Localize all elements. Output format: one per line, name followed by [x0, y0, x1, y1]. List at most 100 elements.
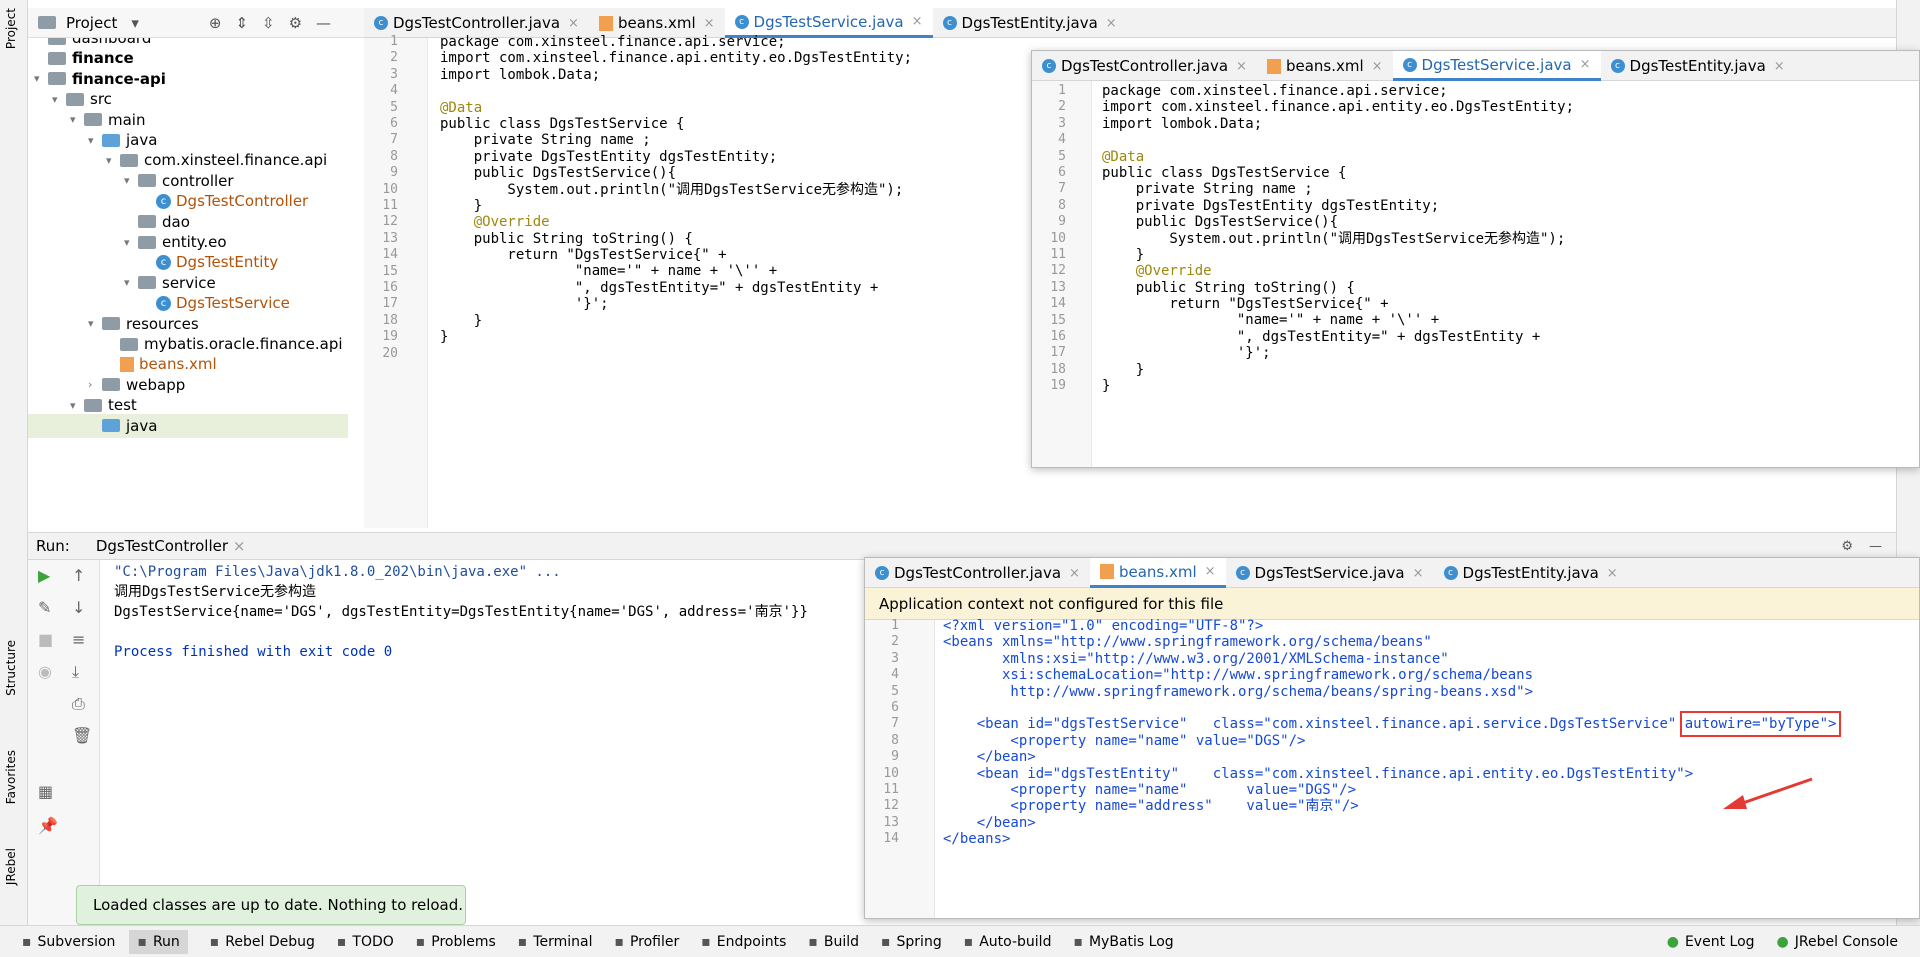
close-icon[interactable]: ×: [568, 16, 579, 31]
close-icon[interactable]: ×: [704, 16, 715, 31]
structure-tool-tab[interactable]: Structure: [4, 640, 18, 696]
wrench-icon[interactable]: ✎: [38, 598, 51, 617]
gear-icon[interactable]: ⚙: [1841, 539, 1853, 554]
line-number: 17: [382, 296, 398, 312]
tree-item-label: com.xinsteel.finance.api: [144, 151, 328, 170]
toolwindow-subversion[interactable]: ▪ Subversion: [22, 934, 115, 950]
run-tab[interactable]: DgsTestController ×: [90, 537, 252, 555]
close-icon[interactable]: ×: [1607, 566, 1618, 581]
minimize-icon[interactable]: —: [1869, 539, 1882, 554]
run-panel-header: Run: DgsTestController × ⚙ —: [28, 532, 1896, 560]
toolwindow-auto-build[interactable]: ▪ Auto-build: [964, 934, 1052, 950]
editor-tab[interactable]: c DgsTestService.java ×: [1226, 558, 1434, 588]
rerun-icon[interactable]: ▶: [38, 566, 50, 585]
chevron-icon[interactable]: ▾: [34, 72, 48, 85]
chevron-icon[interactable]: ▾: [88, 317, 102, 330]
editor-tab[interactable]: c DgsTestController.java ×: [865, 558, 1090, 588]
gear-icon[interactable]: ⚙: [289, 14, 302, 32]
toolwindow-problems[interactable]: ▪ Problems: [416, 934, 496, 950]
editor-popup-service[interactable]: c DgsTestController.java × beans.xml × c DgsTe…: [1031, 50, 1920, 468]
layout-icon[interactable]: ▦: [38, 782, 53, 801]
chevron-icon[interactable]: ▾: [70, 399, 84, 412]
toolwindow-rebel-debug[interactable]: ▪ Rebel Debug: [210, 934, 315, 950]
toolwindow-spring[interactable]: ▪ Spring: [881, 934, 942, 950]
editor-tab[interactable]: beans.xml ×: [1089, 558, 1226, 588]
toolwindow-event-log[interactable]: ● Event Log: [1667, 934, 1755, 950]
editor-popup-beans[interactable]: c DgsTestController.java × beans.xml × c DgsTe…: [864, 557, 1920, 919]
collapse-all-icon[interactable]: ⇳: [262, 14, 275, 32]
line-number: 19: [382, 329, 398, 345]
toolwindow-jrebel-console[interactable]: ● JRebel Console: [1777, 934, 1898, 950]
code-line: import lombok.Data;: [440, 66, 601, 83]
toolwindow-build[interactable]: ▪ Build: [808, 934, 859, 950]
close-icon[interactable]: ×: [1774, 59, 1785, 74]
toolwindow-todo[interactable]: ▪ TODO: [337, 934, 394, 950]
console-line: Process finished with exit code 0: [114, 644, 393, 660]
close-icon[interactable]: ×: [1372, 59, 1383, 74]
stop-icon[interactable]: ■: [38, 630, 53, 649]
minimize-icon[interactable]: —: [316, 14, 331, 32]
close-icon[interactable]: ×: [1106, 16, 1117, 31]
toolwindow-run[interactable]: ▪ Run: [129, 929, 188, 954]
close-icon[interactable]: ×: [233, 537, 246, 555]
close-icon[interactable]: ×: [1069, 566, 1080, 581]
code-line: xmlns:xsi="http://www.w3.org/2001/XMLSch…: [943, 650, 1449, 667]
subversion-icon: ▪: [22, 933, 32, 950]
expand-all-icon[interactable]: ⇕: [235, 14, 248, 32]
print-icon[interactable]: ⎙: [72, 694, 85, 714]
editor-tab-label: DgsTestEntity.java: [1462, 564, 1599, 582]
trash-icon[interactable]: 🗑: [72, 726, 92, 745]
line-number: 7: [390, 132, 398, 148]
editor-tab[interactable]: beans.xml ×: [1257, 51, 1393, 81]
editor-tab[interactable]: c DgsTestEntity.java ×: [933, 8, 1127, 38]
up-arrow-icon[interactable]: ↑: [72, 566, 85, 585]
tree-item[interactable]: java: [28, 413, 348, 438]
project-tool-tab[interactable]: Project: [4, 8, 18, 49]
favorites-tool-tab[interactable]: Favorites: [4, 750, 18, 804]
chevron-icon[interactable]: ›: [88, 378, 102, 391]
close-icon[interactable]: ×: [1413, 566, 1424, 581]
line-number: 6: [891, 700, 899, 715]
editor-tab[interactable]: c DgsTestService.java ×: [1392, 51, 1601, 81]
left-tool-strip: Project Structure Favorites JRebel: [0, 0, 28, 925]
chevron-icon[interactable]: ▾: [124, 236, 138, 249]
scroll-to-end-icon[interactable]: ⤓: [72, 662, 79, 682]
toolwindow-terminal[interactable]: ▪ Terminal: [518, 934, 593, 950]
chevron-icon[interactable]: ▾: [124, 276, 138, 289]
chevron-down-icon[interactable]: ▾: [131, 14, 139, 32]
close-icon[interactable]: ×: [1205, 564, 1216, 579]
popup-xml-code[interactable]: <?xml version="1.0" encoding="UTF-8"?> <b…: [943, 618, 1842, 847]
chevron-icon[interactable]: ▾: [88, 134, 102, 147]
chevron-icon[interactable]: ▾: [124, 174, 138, 187]
class-icon: c: [156, 193, 171, 209]
close-icon[interactable]: ×: [1580, 57, 1591, 72]
line-number: 1: [891, 618, 899, 633]
close-icon[interactable]: ×: [912, 14, 923, 29]
editor-tab[interactable]: c DgsTestController.java ×: [1032, 51, 1257, 81]
autowire-highlight[interactable]: autowire="byType">: [1679, 711, 1842, 738]
console-output[interactable]: "C:\Program Files\Java\jdk1.8.0_202\bin\…: [114, 562, 864, 662]
pin-icon[interactable]: 📌: [38, 816, 58, 835]
code-line: }: [1102, 378, 1111, 395]
editor-tab[interactable]: c DgsTestEntity.java ×: [1434, 558, 1628, 588]
project-panel-title[interactable]: Project: [66, 14, 117, 32]
soft-wrap-icon[interactable]: ≡: [72, 630, 85, 649]
chevron-icon[interactable]: ▾: [52, 93, 66, 106]
jrebel-tool-tab[interactable]: JRebel: [4, 848, 18, 885]
editor-tab[interactable]: c DgsTestEntity.java ×: [1601, 51, 1795, 81]
line-number: 16: [382, 280, 398, 295]
toolwindow-endpoints[interactable]: ▪ Endpoints: [701, 934, 786, 950]
chevron-icon[interactable]: ▾: [70, 113, 84, 126]
editor-code[interactable]: package com.xinsteel.finance.api.service…: [440, 34, 912, 362]
down-arrow-icon[interactable]: ↓: [72, 598, 85, 617]
toolwindow-profiler[interactable]: ▪ Profiler: [614, 934, 679, 950]
toolwindow-mybatis-log[interactable]: ▪ MyBatis Log: [1073, 934, 1173, 950]
popup-code[interactable]: package com.xinsteel.finance.api.service…: [1102, 83, 1574, 394]
line-number: 6: [390, 116, 398, 131]
chevron-icon[interactable]: ▾: [106, 154, 120, 167]
camera-icon[interactable]: ◉: [38, 662, 52, 681]
build-icon: ▪: [808, 933, 818, 950]
close-icon[interactable]: ×: [1236, 59, 1247, 74]
locate-icon[interactable]: ⊕: [209, 14, 222, 32]
